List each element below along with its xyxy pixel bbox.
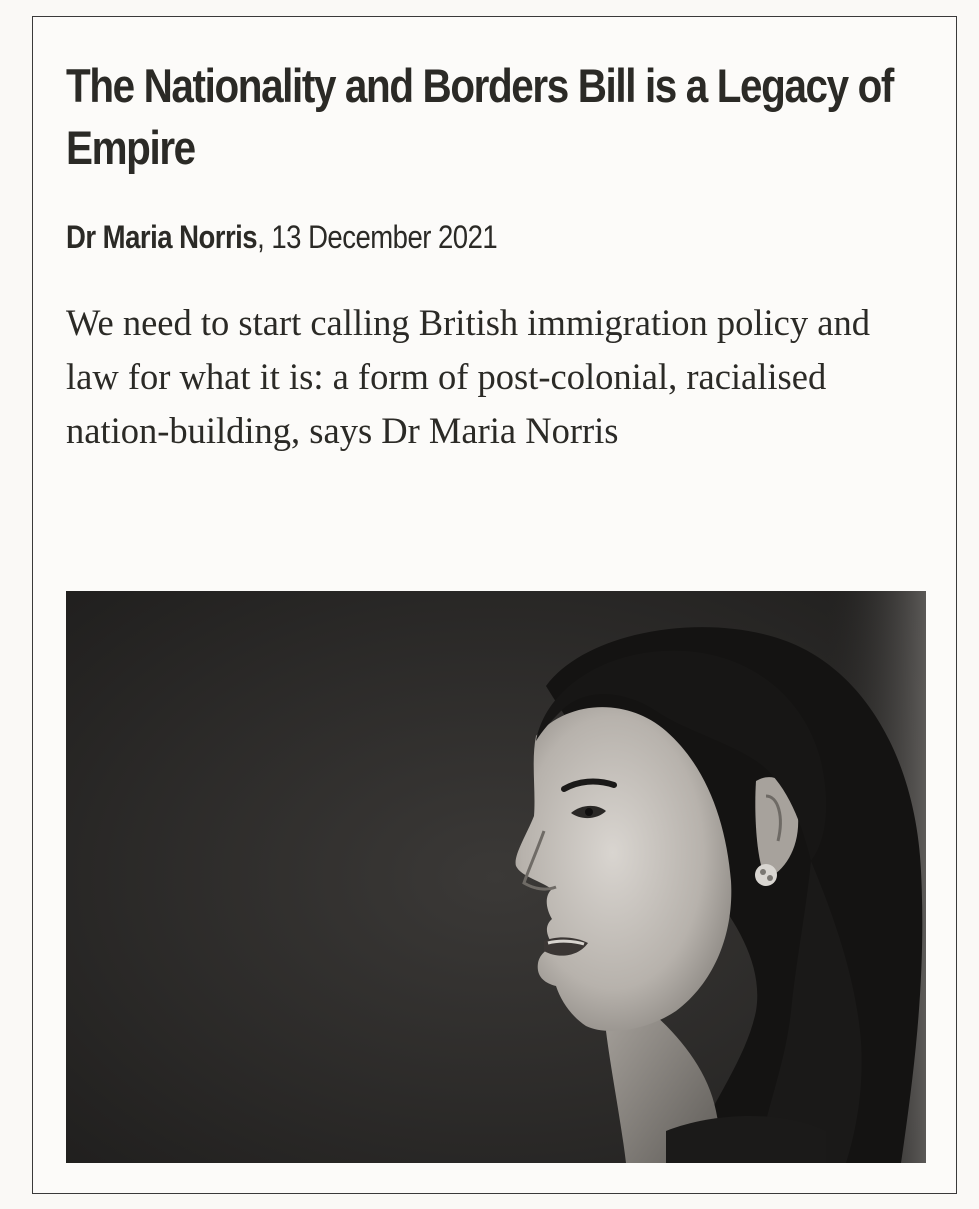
author-name[interactable]: Dr Maria Norris xyxy=(66,219,258,255)
article-photo[interactable] xyxy=(66,591,926,1163)
portrait-photo-icon xyxy=(66,591,926,1163)
article-headline[interactable]: The Nationality and Borders Bill is a Le… xyxy=(66,55,926,179)
article-byline: Dr Maria Norris, 13 December 2021 xyxy=(66,217,498,257)
article-standfirst: We need to start calling British immigra… xyxy=(66,302,870,451)
byline-separator: , xyxy=(257,219,272,255)
article-card[interactable]: The Nationality and Borders Bill is a Le… xyxy=(32,16,957,1194)
publish-date: 13 December 2021 xyxy=(271,219,498,255)
